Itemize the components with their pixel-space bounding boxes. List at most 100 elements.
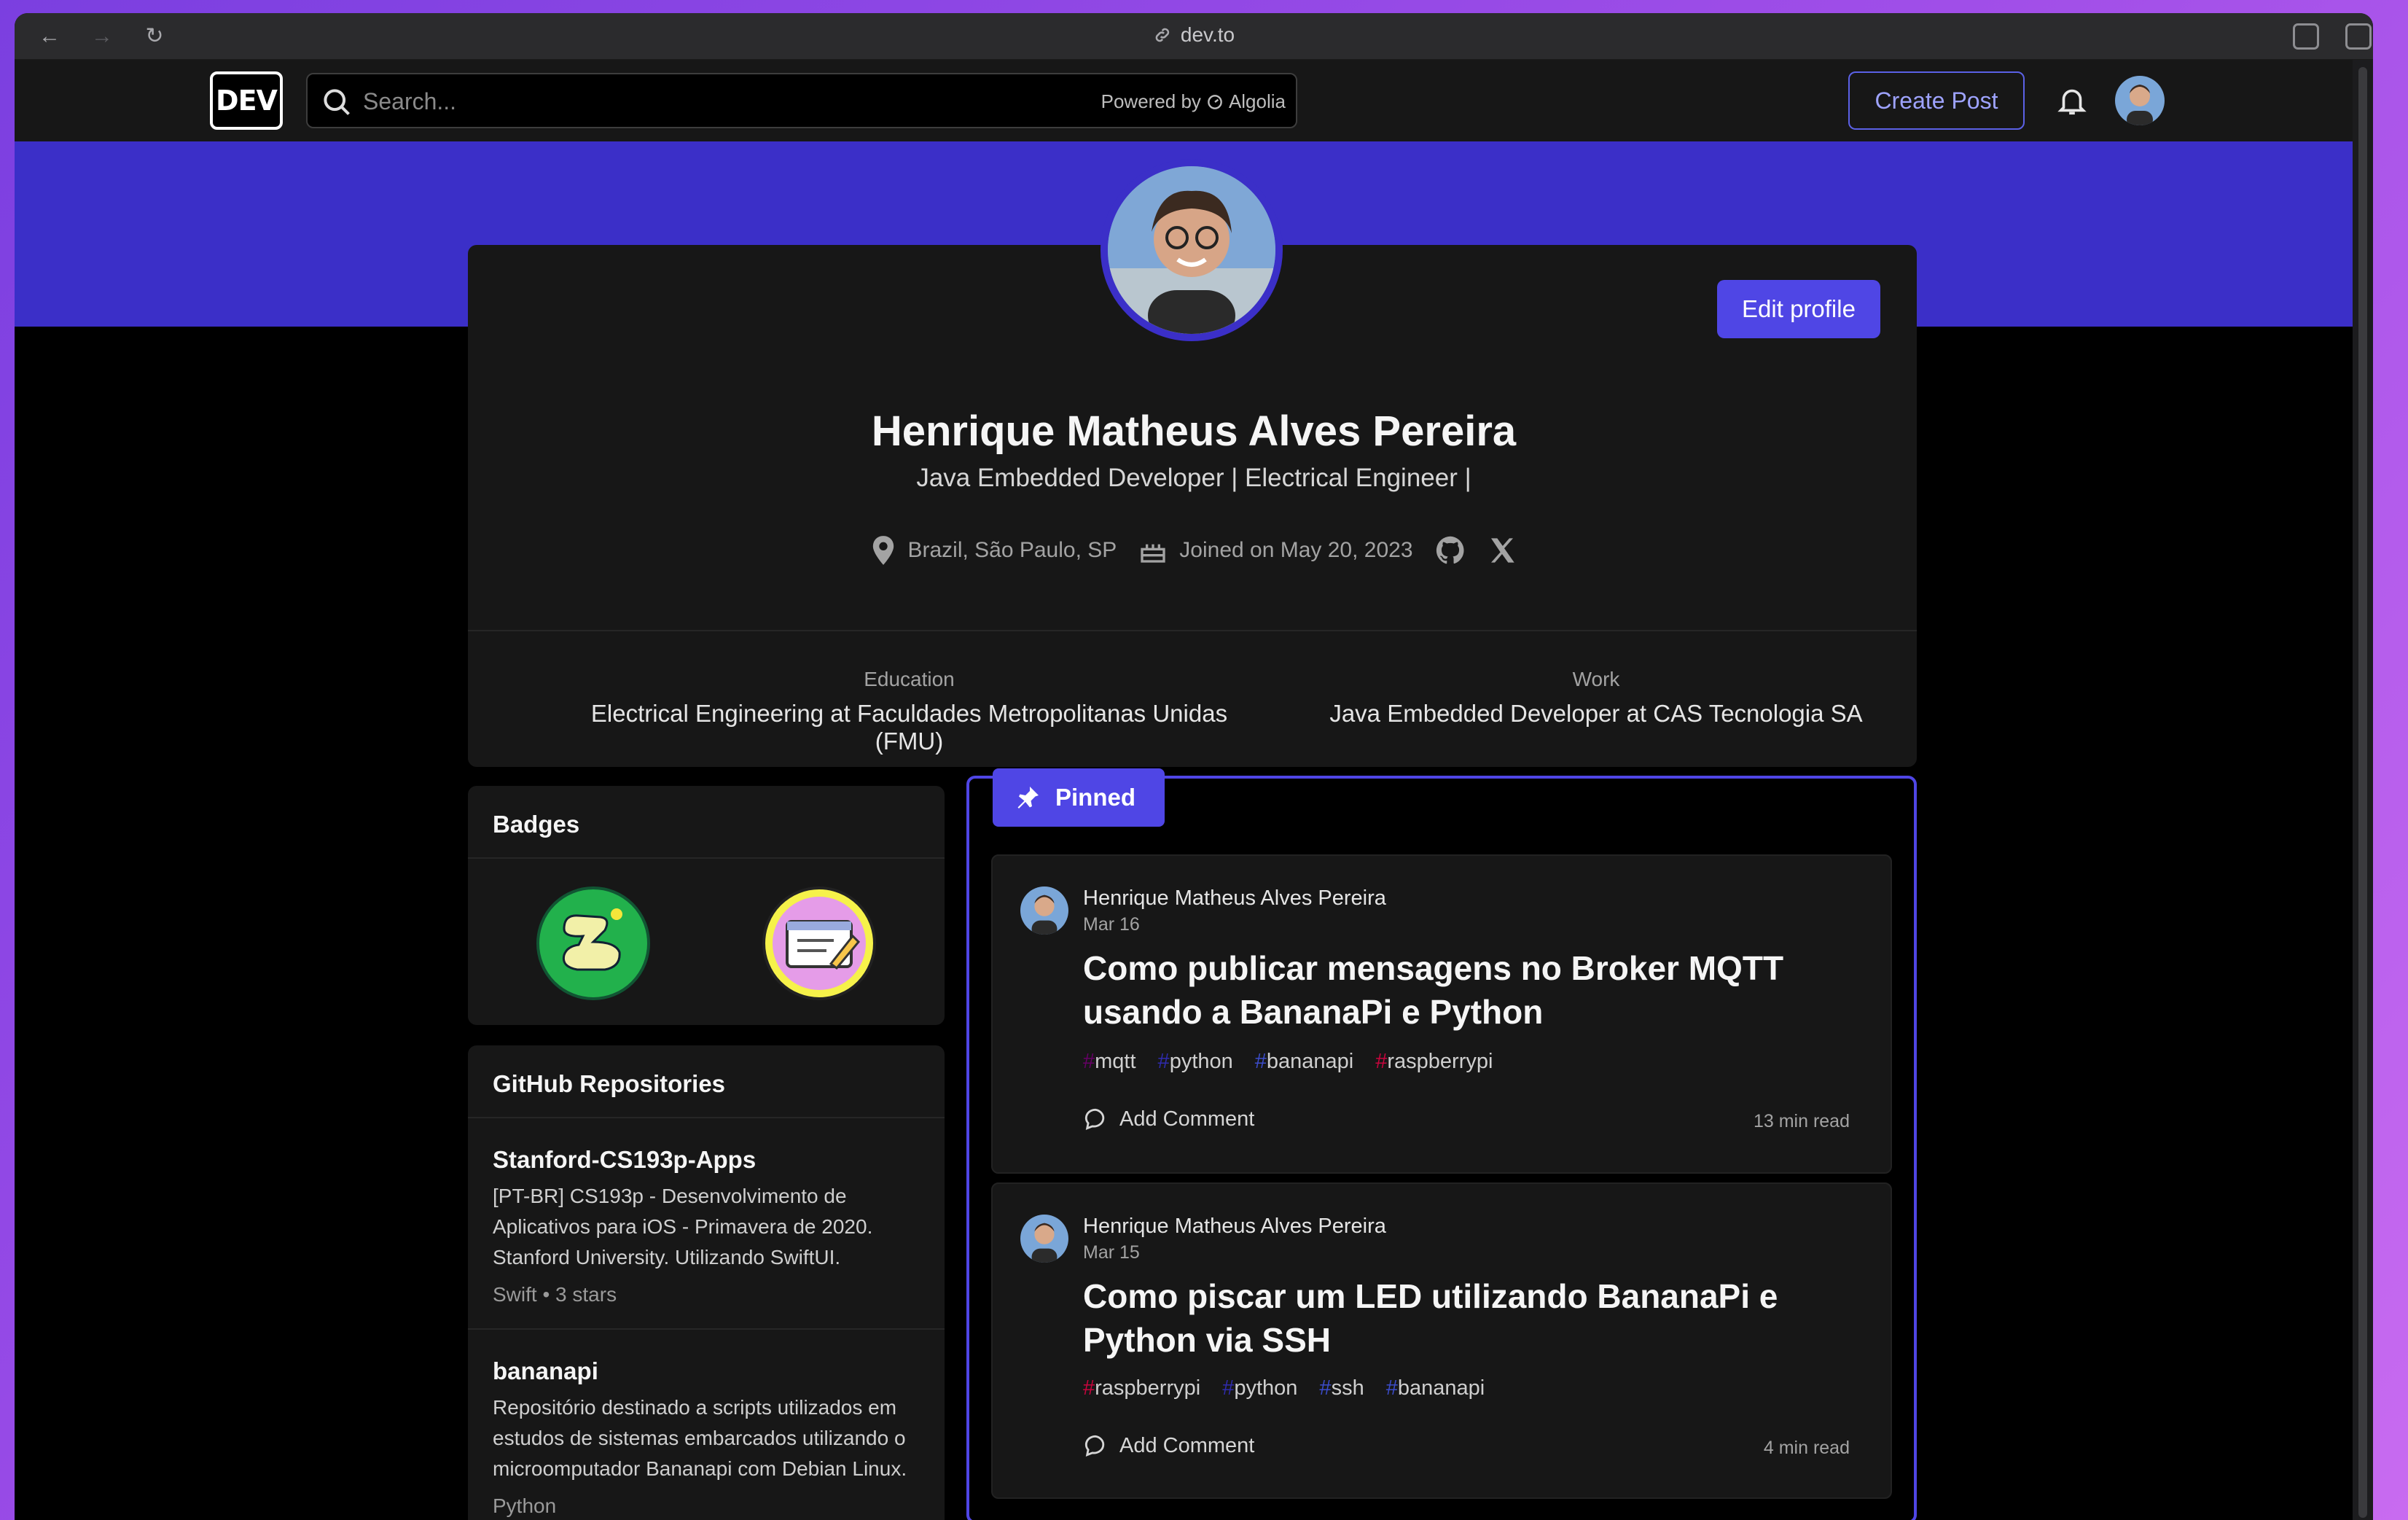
post-author[interactable]: Henrique Matheus Alves Pereira <box>1083 886 1386 911</box>
badges-divider <box>468 857 945 859</box>
tag-raspberrypi[interactable]: #raspberrypi <box>1375 1050 1493 1074</box>
education-block: Education Electrical Engineering at Facu… <box>554 668 1264 755</box>
x-twitter-icon[interactable] <box>1488 536 1517 565</box>
powered-by-algolia[interactable]: Powered by Algolia <box>1101 90 1286 113</box>
badges-title: Badges <box>493 811 580 838</box>
edit-profile-button[interactable]: Edit profile <box>1717 280 1880 338</box>
badges-card: Badges <box>468 786 945 1025</box>
create-post-button[interactable]: Create Post <box>1848 71 2025 130</box>
repo-name[interactable]: bananapi <box>493 1357 923 1385</box>
post-title[interactable]: Como piscar um LED utilizando BananaPi e… <box>1083 1274 1841 1362</box>
scrollbar-thumb[interactable] <box>2358 67 2367 1518</box>
post-date: Mar 16 <box>1083 914 1140 935</box>
tag-label: bananapi <box>1266 1050 1354 1073</box>
user-avatar[interactable] <box>2115 76 2165 125</box>
repo-item[interactable]: bananapi Repositório destinado a scripts… <box>493 1357 923 1518</box>
tag-label: python <box>1169 1050 1233 1073</box>
tag-bananapi[interactable]: #bananapi <box>1255 1050 1353 1074</box>
work-block: Work Java Embedded Developer at CAS Tecn… <box>1326 668 1866 728</box>
tag-label: mqtt <box>1095 1050 1136 1073</box>
joined-text: Joined on May 20, 2023 <box>1179 538 1413 562</box>
tag-raspberrypi[interactable]: #raspberrypi <box>1083 1376 1200 1400</box>
education-value: Electrical Engineering at Faculdades Met… <box>590 700 1228 755</box>
github-icon[interactable] <box>1435 535 1466 566</box>
location-text: Brazil, São Paulo, SP <box>907 538 1117 562</box>
location-pin-icon <box>873 536 894 565</box>
education-label: Education <box>864 668 955 690</box>
tag-python[interactable]: #python <box>1158 1050 1233 1074</box>
repo-divider <box>468 1328 945 1330</box>
back-icon[interactable]: ← <box>35 22 64 51</box>
add-comment-label: Add Comment <box>1119 1433 1255 1457</box>
repo-description: [PT-BR] CS193p - Desenvolvimento de Apli… <box>493 1185 873 1268</box>
repo-item[interactable]: Stanford-CS193p-Apps [PT-BR] CS193p - De… <box>493 1146 923 1306</box>
page-scrollbar[interactable] <box>2353 60 2373 1520</box>
powered-by-label: Powered by <box>1101 90 1201 112</box>
add-comment-button[interactable]: Add Comment <box>1083 1107 1254 1131</box>
author-avatar[interactable] <box>1020 886 1068 935</box>
profile-name: Henrique Matheus Alves Pereira <box>871 408 1517 455</box>
extensions-icon[interactable] <box>2293 23 2319 50</box>
browser-toolbar: ← → ↻ dev.to <box>15 13 2373 60</box>
reading-time: 4 min read <box>1763 1438 1850 1458</box>
profile-divider <box>468 630 1917 631</box>
profile-meta: Brazil, São Paulo, SP Joined on May 20, … <box>15 535 2373 566</box>
algolia-icon <box>1208 94 1222 109</box>
browser-window: ← → ↻ dev.to DEV Powered by Algolia Crea… <box>15 13 2373 1520</box>
add-comment-button[interactable]: Add Comment <box>1083 1433 1254 1458</box>
tag-label: python <box>1234 1376 1298 1400</box>
pinned-text: Pinned <box>1055 784 1136 811</box>
algolia-label: Algolia <box>1228 90 1286 112</box>
reading-time: 13 min read <box>1753 1111 1850 1131</box>
repo-name[interactable]: Stanford-CS193p-Apps <box>493 1146 923 1174</box>
link-icon <box>1155 28 1170 42</box>
tag-label: bananapi <box>1397 1376 1485 1400</box>
add-comment-label: Add Comment <box>1119 1107 1255 1131</box>
pin-icon <box>1017 787 1039 808</box>
tag-ssh[interactable]: #ssh <box>1319 1376 1364 1400</box>
work-value: Java Embedded Developer at CAS Tecnologi… <box>1329 700 1863 727</box>
url-text: dev.to <box>1180 23 1235 46</box>
tag-python[interactable]: #python <box>1222 1376 1297 1400</box>
repo-meta: Python <box>493 1494 557 1517</box>
joined: Joined on May 20, 2023 <box>1138 536 1413 565</box>
tag-mqtt[interactable]: #mqtt <box>1083 1050 1136 1074</box>
comment-icon <box>1084 1108 1105 1131</box>
reload-icon[interactable]: ↻ <box>140 22 169 51</box>
tag-label: raspberrypi <box>1387 1050 1493 1073</box>
location: Brazil, São Paulo, SP <box>871 536 1117 565</box>
search-input[interactable] <box>363 83 1019 120</box>
repo-description: Repositório destinado a scripts utilizad… <box>493 1396 907 1480</box>
pinned-post-card[interactable]: Henrique Matheus Alves Pereira Mar 15 Co… <box>991 1182 1892 1499</box>
repos-divider <box>468 1117 945 1118</box>
tag-label: raspberrypi <box>1095 1376 1201 1400</box>
pinned-label: Pinned <box>993 768 1165 827</box>
work-label: Work <box>1572 668 1620 690</box>
pinned-post-card[interactable]: Henrique Matheus Alves Pereira Mar 16 Co… <box>991 854 1892 1174</box>
address-bar[interactable]: dev.to <box>1153 23 1235 47</box>
profile-avatar <box>1101 159 1283 341</box>
tag-label: ssh <box>1331 1376 1364 1400</box>
notifications-bell-icon[interactable] <box>2055 83 2089 118</box>
post-title[interactable]: Como publicar mensagens no Broker MQTT u… <box>1083 946 1841 1034</box>
comment-icon <box>1084 1435 1105 1457</box>
repos-title: GitHub Repositories <box>493 1070 726 1097</box>
dev-logo[interactable]: DEV <box>210 71 283 130</box>
cake-icon <box>1141 544 1165 563</box>
post-tags: #raspberrypi #python #ssh #bananapi <box>1083 1376 1485 1400</box>
post-author[interactable]: Henrique Matheus Alves Pereira <box>1083 1215 1386 1239</box>
site-header: DEV Powered by Algolia Create Post <box>15 60 2353 141</box>
forward-icon[interactable]: → <box>87 22 117 51</box>
search-icon <box>324 89 350 115</box>
sidebar-toggle-icon[interactable] <box>2345 23 2372 50</box>
post-date: Mar 15 <box>1083 1242 1140 1263</box>
badge-one-year-icon[interactable] <box>535 885 652 1002</box>
github-repositories-card: GitHub Repositories Stanford-CS193p-Apps… <box>468 1045 945 1520</box>
repo-meta: Swift • 3 stars <box>493 1283 617 1306</box>
profile-bio: Java Embedded Developer | Electrical Eng… <box>916 464 1471 492</box>
search-box[interactable]: Powered by Algolia <box>306 73 1297 128</box>
tag-bananapi[interactable]: #bananapi <box>1386 1376 1485 1400</box>
author-avatar[interactable] <box>1020 1215 1068 1263</box>
badge-writing-icon[interactable] <box>761 885 877 1002</box>
post-tags: #mqtt #python #bananapi #raspberrypi <box>1083 1050 1493 1074</box>
